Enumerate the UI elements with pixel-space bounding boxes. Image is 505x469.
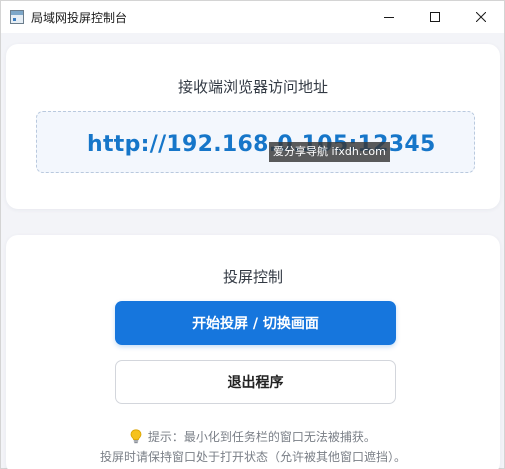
minimize-button[interactable] [366,1,412,33]
receiver-address-heading: 接收端浏览器访问地址 [177,78,328,96]
start-cast-button[interactable]: 开始投屏 / 切换画面 [115,301,396,345]
cast-control-heading: 投屏控制 [222,268,283,286]
close-icon [476,12,486,22]
title-bar[interactable]: 局域网投屏控制台 [1,1,504,33]
app-window-icon [10,10,24,24]
cast-control-panel: 投屏控制 开始投屏 / 切换画面 退出程序 提示：最小化到任务栏的窗口无法被捕获… [6,235,500,469]
maximize-icon [430,12,440,22]
main-window: 局域网投屏控制台 接收端浏览器访问地址 http://192.168.0.105… [0,0,505,469]
receiver-address-panel: 接收端浏览器访问地址 http://192.168.0.105:12345 爱分… [6,44,500,209]
window-controls [366,1,504,33]
lightbulb-icon [130,429,142,444]
receiver-url-box[interactable]: http://192.168.0.105:12345 爱分享导航 ifxdh.c… [36,111,475,173]
start-cast-button-label: 开始投屏 / 切换画面 [192,316,319,332]
maximize-button[interactable] [412,1,458,33]
minimize-icon [384,17,394,18]
hint-line-1-text: 提示：最小化到任务栏的窗口无法被捕获。 [147,430,376,444]
hint-line-1: 提示：最小化到任务栏的窗口无法被捕获。 [6,428,500,445]
close-button[interactable] [458,1,504,33]
exit-program-button[interactable]: 退出程序 [115,360,396,404]
watermark-overlay: 爱分享导航 ifxdh.com [269,142,390,162]
hint-line-2: 投屏时请保持窗口处于打开状态（允许被其他窗口遮挡）。 [99,450,406,464]
exit-program-button-label: 退出程序 [227,375,284,391]
window-title: 局域网投屏控制台 [31,10,128,25]
